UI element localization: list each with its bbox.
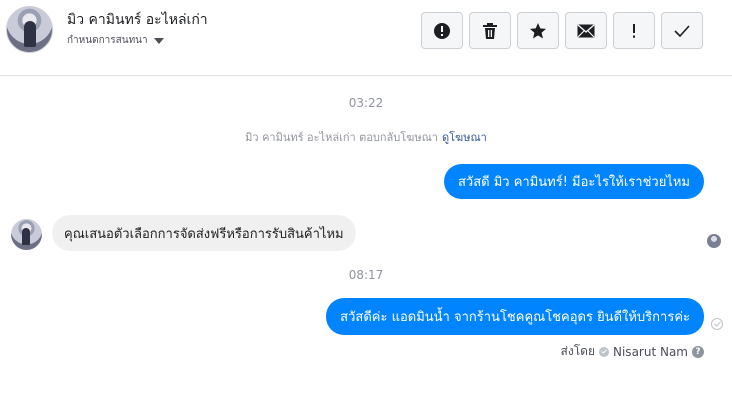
caret-down-icon: [153, 37, 164, 44]
envelope-icon: [577, 23, 595, 37]
mark-unread-button[interactable]: [565, 12, 607, 49]
message-timestamp: 03:22: [348, 96, 384, 110]
check-icon: [599, 346, 609, 357]
star-button[interactable]: [517, 12, 559, 49]
message-timestamp: 08:17: [348, 268, 384, 282]
alert-circle-icon: [434, 22, 450, 39]
outgoing-message[interactable]: สวัสดี มิว คามินทร์! มีอะไรให้เราช่วยไหม: [443, 164, 704, 199]
help-icon[interactable]: ?: [692, 345, 704, 358]
conversation-toolbar: [421, 12, 703, 49]
incoming-message[interactable]: คุณเสนอตัวเลือกการจัดส่งฟรีหรือการรับสิน…: [52, 215, 356, 251]
manage-conversation-label: กำหนดการสนทนา: [67, 35, 148, 46]
sent-status-icon: [711, 318, 723, 330]
outgoing-message[interactable]: สวัสดีค่ะ แอดมินน้ำ จากร้านโชคคูณโชคอุดร…: [326, 298, 704, 335]
mark-spam-button[interactable]: [421, 12, 463, 49]
view-ad-link[interactable]: ดูโฆษณา: [442, 131, 487, 144]
follow-up-button[interactable]: [613, 12, 655, 49]
contact-avatar[interactable]: [6, 6, 53, 53]
ad-reply-text: มิว คามินทร์ อะไหล่เก่า ตอบกลับโฆษณา: [245, 131, 438, 144]
checkmark-icon: [674, 24, 690, 37]
sender-name: Nisarut Nam: [613, 344, 688, 359]
sent-by-row: ส่งโดย Nisarut Nam ?: [561, 342, 704, 361]
conversation-header: มิว คามินทร์ อะไหล่เก่า กำหนดการสนทนา: [0, 0, 732, 76]
mark-done-button[interactable]: [661, 12, 703, 49]
delete-button[interactable]: [469, 12, 511, 49]
read-receipt-avatar: [707, 234, 721, 248]
trash-icon: [483, 22, 497, 39]
sent-by-label: ส่งโดย: [560, 344, 595, 358]
ad-reply-notice: มิว คามินทร์ อะไหล่เก่า ตอบกลับโฆษณา ดูโฆ…: [0, 128, 732, 146]
contact-name[interactable]: มิว คามินทร์ อะไหล่เก่า: [67, 9, 208, 31]
exclamation-icon: [633, 23, 635, 38]
contact-avatar-small[interactable]: [11, 219, 42, 250]
manage-conversation-dropdown[interactable]: กำหนดการสนทนา: [67, 33, 164, 48]
star-icon: [530, 22, 546, 38]
